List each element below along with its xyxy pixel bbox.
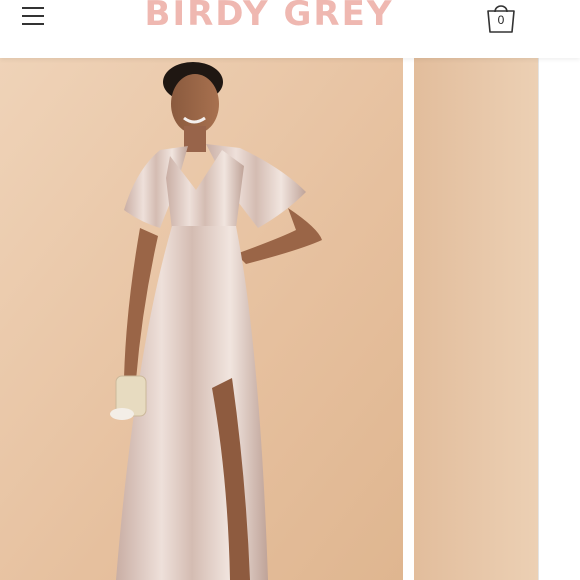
gallery-image-main[interactable] [0, 58, 403, 580]
page-edge-divider [538, 38, 539, 580]
cart-count: 0 [497, 13, 505, 27]
brand-logo[interactable]: BIRDY GREY [0, 0, 538, 34]
cart-button[interactable]: 0 [484, 0, 518, 36]
site-header: BIRDY GREY 0 [0, 0, 580, 58]
model-in-satin-dress-photo [0, 58, 403, 580]
gallery-gap [403, 58, 414, 580]
product-image-gallery[interactable] [0, 58, 538, 580]
gallery-image-next[interactable] [414, 58, 538, 580]
product-photo [414, 58, 538, 580]
